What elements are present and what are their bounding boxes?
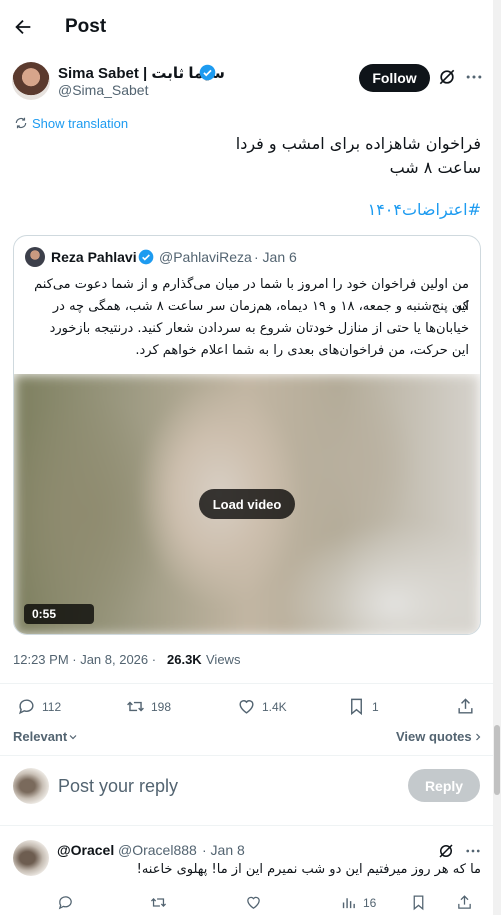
translate-icon: [15, 117, 27, 129]
author-handle[interactable]: @Sima_Sabet: [58, 82, 148, 98]
view-quotes-label: View quotes: [396, 729, 472, 744]
comment-reply-icon[interactable]: [57, 894, 74, 911]
comment-text: ما که هر روز میرفتیم این دو شب نمیرم این…: [136, 862, 481, 877]
like-action[interactable]: 1.4K: [237, 697, 287, 716]
comment-heart-icon[interactable]: [245, 894, 262, 911]
bookmark-count: 1: [372, 699, 379, 714]
quoted-author-handle: @PahlaviReza: [159, 249, 252, 265]
author-avatar[interactable]: [12, 62, 50, 100]
chevron-down-icon: [69, 734, 77, 739]
relevant-label: Relevant: [13, 729, 68, 744]
repost-icon: [127, 701, 144, 712]
chevron-right-icon: [475, 733, 480, 740]
comment-date[interactable]: · Jan 8: [202, 842, 245, 858]
post-text-line-2: ساعت ۸ شب: [389, 158, 481, 177]
quoted-post-date: · Jan 6: [254, 249, 297, 265]
views-count: 26.3K: [167, 652, 202, 667]
quoted-author-name: Reza Pahlavi: [51, 249, 137, 265]
quoted-text-line-2: این پنج‌شنبه و جمعه، ۱۸ و ۱۹ دیماه، هم‌ز…: [52, 299, 469, 314]
quoted-text-line-3: خیابان‌ها یا حتی از منازل خودتان شروع به…: [49, 321, 469, 336]
comment-grok-icon[interactable]: [437, 842, 455, 860]
post-text-line-1: فراخوان شاهزاده برای امشب و فردا: [235, 134, 481, 153]
reply-icon: [19, 699, 34, 715]
relevant-dropdown[interactable]: Relevant: [13, 729, 79, 744]
views-label: Views: [206, 652, 241, 667]
divider: [0, 683, 501, 684]
comment-more-icon[interactable]: [464, 842, 482, 860]
bookmark-action[interactable]: 1: [347, 697, 379, 716]
quoted-verified-badge-icon: [138, 249, 154, 265]
repost-action[interactable]: 198: [126, 697, 171, 716]
reply-input[interactable]: Post your reply: [58, 776, 178, 797]
comment-avatar[interactable]: [13, 840, 49, 876]
share-icon[interactable]: [456, 697, 475, 716]
more-options-icon[interactable]: [464, 67, 484, 87]
follow-button[interactable]: Follow: [359, 64, 430, 92]
quoted-post-card[interactable]: Reza Pahlavi @PahlaviReza · Jan 6 من اول…: [13, 235, 481, 635]
reply-count: 112: [42, 699, 62, 714]
comment-bookmark-icon[interactable]: [410, 894, 427, 911]
grok-icon[interactable]: [437, 67, 457, 87]
repost-count: 198: [151, 699, 172, 714]
hashtag-link[interactable]: #اعتراضات۱۴۰۴: [21, 200, 481, 219]
video-duration-badge: 0:55: [24, 604, 94, 624]
back-arrow-icon[interactable]: [12, 16, 34, 38]
page-title: Post: [65, 16, 107, 37]
user-avatar: [13, 768, 49, 804]
quoted-author-avatar: [25, 247, 45, 267]
reply-action[interactable]: 112: [17, 697, 61, 716]
show-translation-link[interactable]: Show translation: [32, 116, 128, 131]
reply-button[interactable]: Reply: [408, 769, 480, 802]
post-timestamp[interactable]: 12:23 PM · Jan 8, 2026 ·: [13, 652, 156, 667]
analytics-icon: [342, 898, 355, 909]
view-quotes-link[interactable]: View quotes: [396, 729, 484, 744]
quoted-text-line-4: این حرکت، من فراخوان‌های بعدی را به شما …: [135, 343, 469, 358]
comment-author-name[interactable]: @Oracel: [57, 842, 114, 858]
comment-share-icon[interactable]: [456, 894, 473, 911]
heart-icon: [239, 700, 254, 714]
comment-views-action[interactable]: 16: [340, 894, 376, 911]
verified-badge-icon: [199, 64, 216, 81]
comment-repost-icon[interactable]: [150, 894, 167, 911]
divider: [0, 825, 501, 826]
video-player[interactable]: Load video 0:55: [14, 374, 480, 634]
divider: [0, 755, 501, 756]
comment-views-count: 16: [363, 895, 377, 910]
bookmark-icon: [351, 698, 362, 716]
load-video-button[interactable]: Load video: [199, 489, 295, 519]
scrollbar-thumb[interactable]: [494, 725, 500, 795]
comment-author-handle[interactable]: @Oracel888: [118, 842, 197, 858]
like-count: 1.4K: [262, 699, 287, 714]
